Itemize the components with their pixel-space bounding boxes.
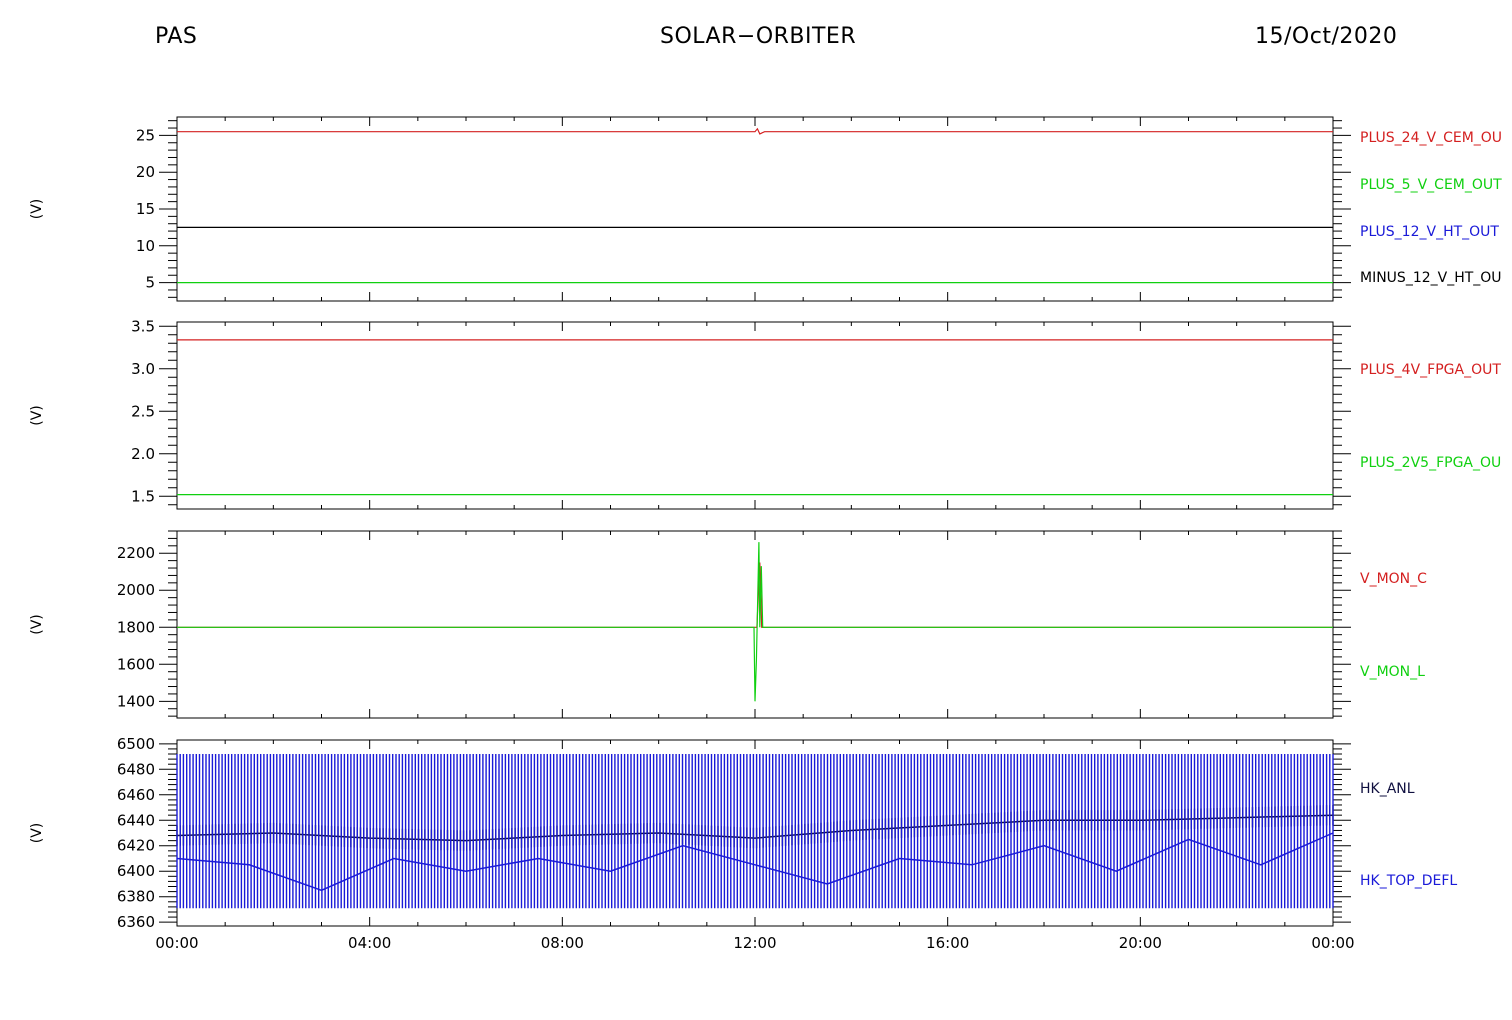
y-tick-label: 6380 — [117, 888, 155, 906]
x-tick-label: 00:00 — [1311, 934, 1354, 952]
y-tick-label: 2200 — [117, 544, 155, 562]
y-axis-label: (V) — [29, 199, 45, 220]
panel-frame — [176, 116, 1334, 302]
y-tick-label: 20 — [136, 163, 155, 181]
y-tick-label: 3.0 — [131, 360, 155, 378]
y-tick-label: 6500 — [117, 735, 155, 753]
y-tick-label: 1.5 — [131, 487, 155, 505]
series-plus-24-v-cem-ou — [177, 127, 1333, 135]
y-tick-label: 6440 — [117, 811, 155, 829]
legend-plus-12-v-ht-out: PLUS_12_V_HT_OUT — [1360, 224, 1499, 240]
x-tick-label: 20:00 — [1119, 934, 1162, 952]
y-tick-label: 3.5 — [131, 317, 155, 335]
y-tick-label: 6400 — [117, 862, 155, 880]
y-axis-label: (V) — [29, 823, 45, 844]
panel-4: 6360 6380 6400 6420 6440 6460 6480 6500 (V) HK_AN… — [29, 735, 1457, 931]
legend-plus-4v-fpga-out: PLUS_4V_FPGA_OUT — [1360, 362, 1501, 378]
x-tick-label: 04:00 — [348, 934, 391, 952]
y-tick-label: 25 — [136, 126, 155, 144]
y-tick-label: 2.0 — [131, 445, 155, 463]
y-tick-label: 5 — [145, 274, 155, 292]
x-tick-label: 08:00 — [541, 934, 584, 952]
legend-hk-anl: HK_ANL — [1360, 781, 1415, 797]
series-v-mon-l — [177, 542, 1333, 702]
series-v-mon-c — [177, 562, 1333, 628]
legend-plus-2v5-fpga-ou: PLUS_2V5_FPGA_OU — [1360, 455, 1501, 471]
y-tick-label: 1800 — [117, 618, 155, 636]
y-axis-label: (V) — [29, 405, 45, 426]
panel-frame — [176, 321, 1334, 510]
legend-minus-12-v-ht-ou: MINUS_12_V_HT_OU — [1360, 270, 1502, 286]
timeseries-plot: 5 10 15 20 25 (V) PLUS_24_V_CEM_OU PLUS_5_V_CEM… — [29, 116, 1502, 952]
y-tick-label: 1600 — [117, 655, 155, 673]
y-axis-label: (V) — [29, 614, 45, 635]
legend-plus-5-v-cem-out: PLUS_5_V_CEM_OUT — [1360, 177, 1502, 193]
y-tick-label: 6420 — [117, 837, 155, 855]
panel-1: 5 10 15 20 25 (V) PLUS_24_V_CEM_OU PLUS_5_V_CEM… — [29, 116, 1502, 302]
panel-2: 1.5 2.0 2.5 3.0 3.5 (V) PLUS_4V_FPGA_OUT PLUS_2… — [29, 317, 1501, 510]
panel-3: 1400 1600 1800 2000 2200 (V) V_MON_C V_MON_L — [29, 530, 1427, 719]
y-tick-label: 1400 — [117, 692, 155, 710]
y-tick-label: 2000 — [117, 581, 155, 599]
y-tick-label: 10 — [136, 237, 155, 255]
y-tick-label: 15 — [136, 200, 155, 218]
x-tick-label: 16:00 — [926, 934, 969, 952]
x-tick-label: 00:00 — [155, 934, 198, 952]
legend-plus-24-v-cem-ou: PLUS_24_V_CEM_OU — [1360, 130, 1502, 146]
legend-v-mon-c: V_MON_C — [1360, 571, 1427, 587]
y-tick-label: 2.5 — [131, 402, 155, 420]
legend-v-mon-l: V_MON_L — [1360, 664, 1425, 680]
series-hk-top-defl — [176, 754, 1334, 909]
y-tick-label: 6460 — [117, 786, 155, 804]
x-tick-label: 12:00 — [733, 934, 776, 952]
y-tick-label: 6480 — [117, 760, 155, 778]
y-tick-label: 6360 — [117, 913, 155, 931]
legend-hk-top-defl: HK_TOP_DEFL — [1360, 873, 1457, 889]
